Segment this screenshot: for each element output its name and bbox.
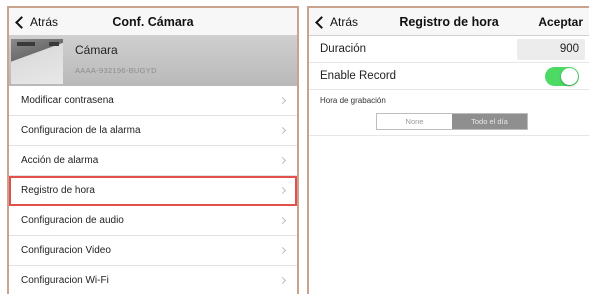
settings-item-label: Configuracion Wi-Fi — [21, 275, 109, 286]
settings-item-registro-de-hora[interactable]: Registro de hora — [9, 176, 297, 206]
camera-name: Cámara — [75, 43, 118, 57]
duration-row: Duración 900 — [309, 36, 589, 63]
chevron-right-icon — [278, 276, 287, 285]
settings-item-configuracion-wifi[interactable]: Configuracion Wi-Fi — [9, 266, 297, 294]
schedule-option-none[interactable]: None — [377, 114, 452, 129]
settings-item-label: Acción de alarma — [21, 155, 99, 166]
chevron-right-icon — [278, 156, 287, 165]
schedule-section-label: Hora de grabación — [309, 90, 589, 110]
settings-item-label: Modificar contrasena — [21, 95, 114, 106]
settings-item-configuracion-video[interactable]: Configuracion Video — [9, 236, 297, 266]
camera-uid: AAAA-932196-BUGYD — [75, 66, 157, 75]
schedule-segmented-control: None Todo el día — [376, 113, 528, 130]
chevron-right-icon — [278, 186, 287, 195]
toggle-knob — [561, 68, 578, 85]
settings-item-label: Configuracion de la alarma — [21, 125, 141, 136]
schedule-row: None Todo el día — [309, 110, 589, 136]
enable-record-row: Enable Record — [309, 63, 589, 90]
settings-item-modificar-contrasena[interactable]: Modificar contrasena — [9, 86, 297, 116]
navigation-bar: Atrás Registro de hora Aceptar — [309, 8, 589, 36]
camera-settings-screen: Atrás Conf. Cámara Cámara AAAA-932196-BU… — [7, 6, 299, 294]
settings-item-configuracion-audio[interactable]: Configuracion de audio — [9, 206, 297, 236]
settings-item-accion-alarma[interactable]: Acción de alarma — [9, 146, 297, 176]
chevron-right-icon — [278, 246, 287, 255]
camera-header: Cámara AAAA-932196-BUGYD — [9, 36, 297, 86]
page-title: Conf. Cámara — [112, 15, 194, 29]
settings-item-configuracion-alarma[interactable]: Configuracion de la alarma — [9, 116, 297, 146]
recording-schedule-screen: Atrás Registro de hora Aceptar Duración … — [307, 6, 589, 294]
schedule-option-all-day[interactable]: Todo el día — [452, 114, 527, 129]
duration-input[interactable]: 900 — [517, 39, 585, 60]
settings-item-label: Registro de hora — [21, 185, 95, 196]
settings-item-label: Configuracion Video — [21, 245, 111, 256]
settings-list: Modificar contrasena Configuracion de la… — [9, 86, 297, 294]
enable-record-toggle[interactable] — [545, 67, 579, 86]
navigation-bar: Atrás Conf. Cámara — [9, 8, 297, 36]
enable-record-label: Enable Record — [320, 70, 397, 82]
chevron-right-icon — [278, 216, 287, 225]
chevron-right-icon — [278, 96, 287, 105]
camera-thumbnail — [11, 39, 63, 84]
duration-label: Duración — [320, 43, 367, 55]
chevron-right-icon — [278, 126, 287, 135]
settings-item-label: Configuracion de audio — [21, 215, 124, 226]
accept-button[interactable]: Aceptar — [538, 8, 583, 36]
